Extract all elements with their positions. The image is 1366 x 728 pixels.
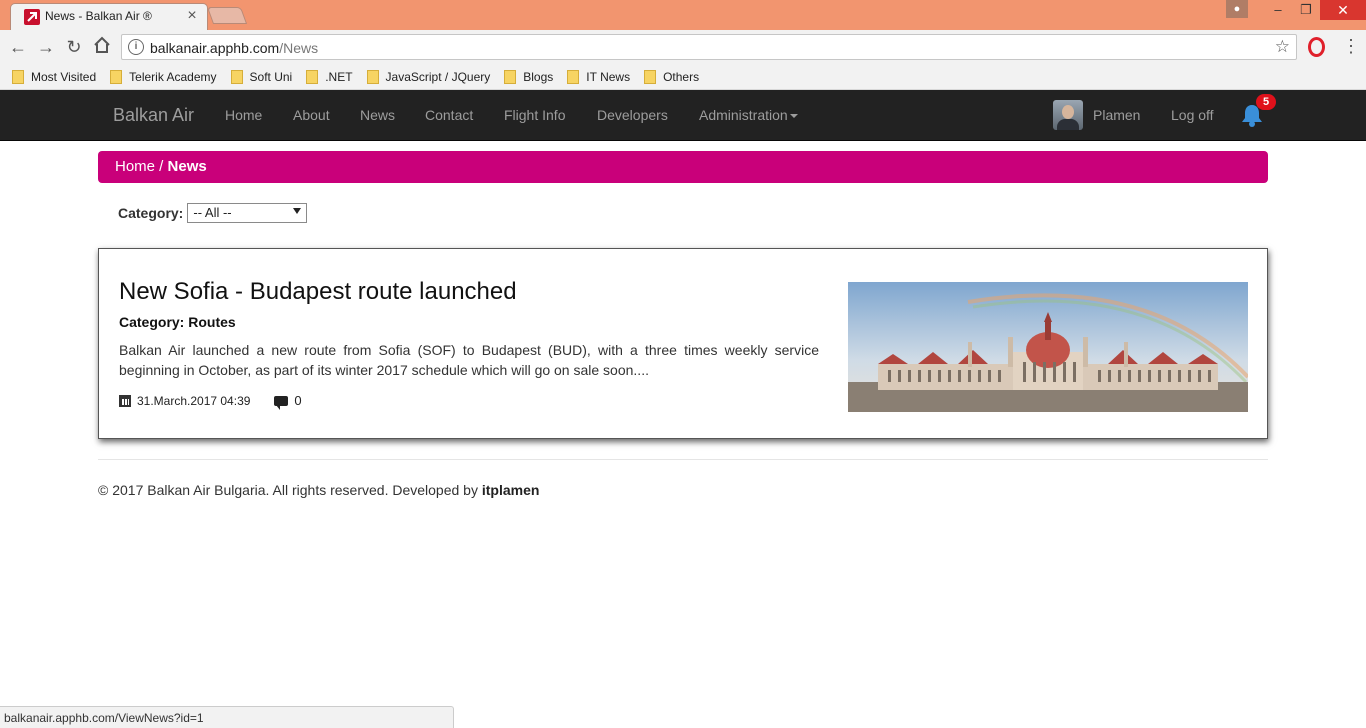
comment-count: 0	[294, 393, 302, 408]
url-path: /News	[279, 40, 319, 56]
back-icon[interactable]: ←	[7, 36, 29, 58]
notification-count-badge: 5	[1256, 94, 1276, 110]
nav-developers[interactable]: Developers	[597, 107, 668, 123]
bookmark-blogs[interactable]: Blogs	[504, 69, 554, 84]
bookmark-dotnet[interactable]: .NET	[306, 69, 353, 84]
bookmark-label: Soft Uni	[249, 69, 293, 84]
bookmark-telerik-academy[interactable]: Telerik Academy	[110, 69, 217, 84]
folder-icon	[230, 69, 243, 84]
nav-administration-dropdown[interactable]: Administration	[699, 107, 798, 123]
news-category: Category: Routes	[119, 314, 236, 330]
bookmark-star-icon[interactable]: ☆	[1275, 37, 1290, 57]
brand-link[interactable]: Balkan Air	[113, 105, 194, 126]
category-select[interactable]: -- All --	[187, 203, 308, 223]
nav-about[interactable]: About	[293, 107, 330, 123]
footer: © 2017 Balkan Air Bulgaria. All rights r…	[98, 482, 539, 498]
category-select-value: -- All --	[193, 205, 232, 220]
profile-icon[interactable]: ●	[1226, 0, 1248, 18]
minimize-icon[interactable]: –	[1264, 0, 1292, 20]
footer-divider	[98, 459, 1268, 460]
nav-flight-info[interactable]: Flight Info	[504, 107, 565, 123]
bookmark-javascript-jquery[interactable]: JavaScript / JQuery	[366, 69, 491, 84]
folder-icon	[110, 69, 123, 84]
news-category-value: Routes	[188, 314, 236, 330]
bookmark-label: Others	[663, 69, 700, 84]
window-controls: ● – ❐ ✕	[1226, 0, 1366, 20]
bookmarks-bar: Most Visited Telerik Academy Soft Uni .N…	[0, 64, 1366, 90]
news-card: New Sofia - Budapest route launched Cate…	[98, 248, 1268, 439]
news-date: 31.March.2017 04:39	[137, 393, 251, 408]
footer-author: itplamen	[481, 482, 540, 498]
calendar-icon	[119, 394, 131, 407]
news-image-parliament[interactable]	[848, 282, 1248, 412]
breadcrumb: Home / News	[98, 151, 1268, 183]
browser-toolbar: ← → ↻ i balkanair.apphb.com/News ☆ ⋮	[0, 30, 1366, 64]
folder-icon	[644, 69, 657, 84]
nav-home[interactable]: Home	[225, 107, 262, 123]
browser-titlebar: News - Balkan Air ® × ● – ❐ ✕	[0, 0, 1366, 30]
bookmark-soft-uni[interactable]: Soft Uni	[230, 69, 293, 84]
site-favicon-icon	[24, 9, 40, 25]
nav-news[interactable]: News	[360, 107, 395, 123]
opera-extension-icon[interactable]	[1308, 37, 1325, 57]
bookmark-label: Blogs	[523, 69, 554, 84]
bookmark-label: Telerik Academy	[129, 69, 217, 84]
avatar[interactable]	[1053, 100, 1083, 130]
category-filter: Category: -- All --	[118, 203, 308, 223]
site-navbar: Balkan Air Home About News Contact Fligh…	[0, 90, 1366, 141]
new-tab-button[interactable]	[206, 7, 248, 24]
comment-icon	[274, 395, 289, 410]
nav-contact[interactable]: Contact	[425, 107, 473, 123]
forward-icon[interactable]: →	[35, 36, 57, 58]
window-close-icon[interactable]: ✕	[1320, 0, 1366, 20]
news-title-link[interactable]: New Sofia - Budapest route launched	[119, 278, 517, 306]
breadcrumb-home-link[interactable]: Home	[115, 158, 155, 175]
bookmark-label: .NET	[325, 69, 353, 84]
address-url[interactable]: balkanair.apphb.com/News	[150, 40, 318, 56]
home-icon[interactable]	[91, 36, 113, 58]
category-filter-label: Category:	[118, 205, 184, 221]
caret-down-icon	[789, 114, 798, 119]
news-meta: 31.March.2017 04:39 0	[119, 393, 302, 410]
bookmark-label: Most Visited	[31, 69, 97, 84]
bookmark-others[interactable]: Others	[644, 69, 700, 84]
tab-title: News - Balkan Air ®	[45, 9, 152, 23]
browser-tab[interactable]: News - Balkan Air ® ×	[10, 3, 208, 30]
bookmark-label: IT News	[586, 69, 631, 84]
dropdown-arrow-icon	[293, 208, 302, 214]
folder-icon	[567, 69, 580, 84]
folder-icon	[12, 69, 24, 84]
reload-icon[interactable]: ↻	[63, 36, 85, 58]
nav-user[interactable]: Plamen	[1093, 107, 1140, 123]
bookmark-it-news[interactable]: IT News	[567, 69, 631, 84]
tab-close-icon[interactable]: ×	[183, 7, 201, 25]
folder-icon	[366, 69, 379, 84]
bookmark-label: JavaScript / JQuery	[385, 69, 491, 84]
breadcrumb-separator: /	[155, 158, 168, 175]
folder-icon	[504, 69, 517, 84]
footer-text: © 2017 Balkan Air Bulgaria. All rights r…	[98, 482, 482, 498]
folder-icon	[306, 69, 319, 84]
browser-menu-icon[interactable]: ⋮	[1340, 36, 1362, 58]
restore-icon[interactable]: ❐	[1292, 0, 1320, 20]
bookmark-most-visited[interactable]: Most Visited	[12, 69, 97, 84]
news-category-label: Category:	[119, 314, 185, 330]
nav-administration-label: Administration	[699, 107, 788, 123]
browser-status-bar: balkanair.apphb.com/ViewNews?id=1	[0, 706, 454, 728]
address-bar[interactable]: i balkanair.apphb.com/News ☆	[121, 34, 1297, 60]
info-icon[interactable]: i	[128, 39, 144, 55]
news-summary: Balkan Air launched a new route from Sof…	[119, 342, 819, 378]
breadcrumb-current: News	[167, 158, 207, 175]
nav-logoff[interactable]: Log off	[1171, 107, 1214, 123]
url-host: balkanair.apphb.com	[150, 40, 280, 56]
